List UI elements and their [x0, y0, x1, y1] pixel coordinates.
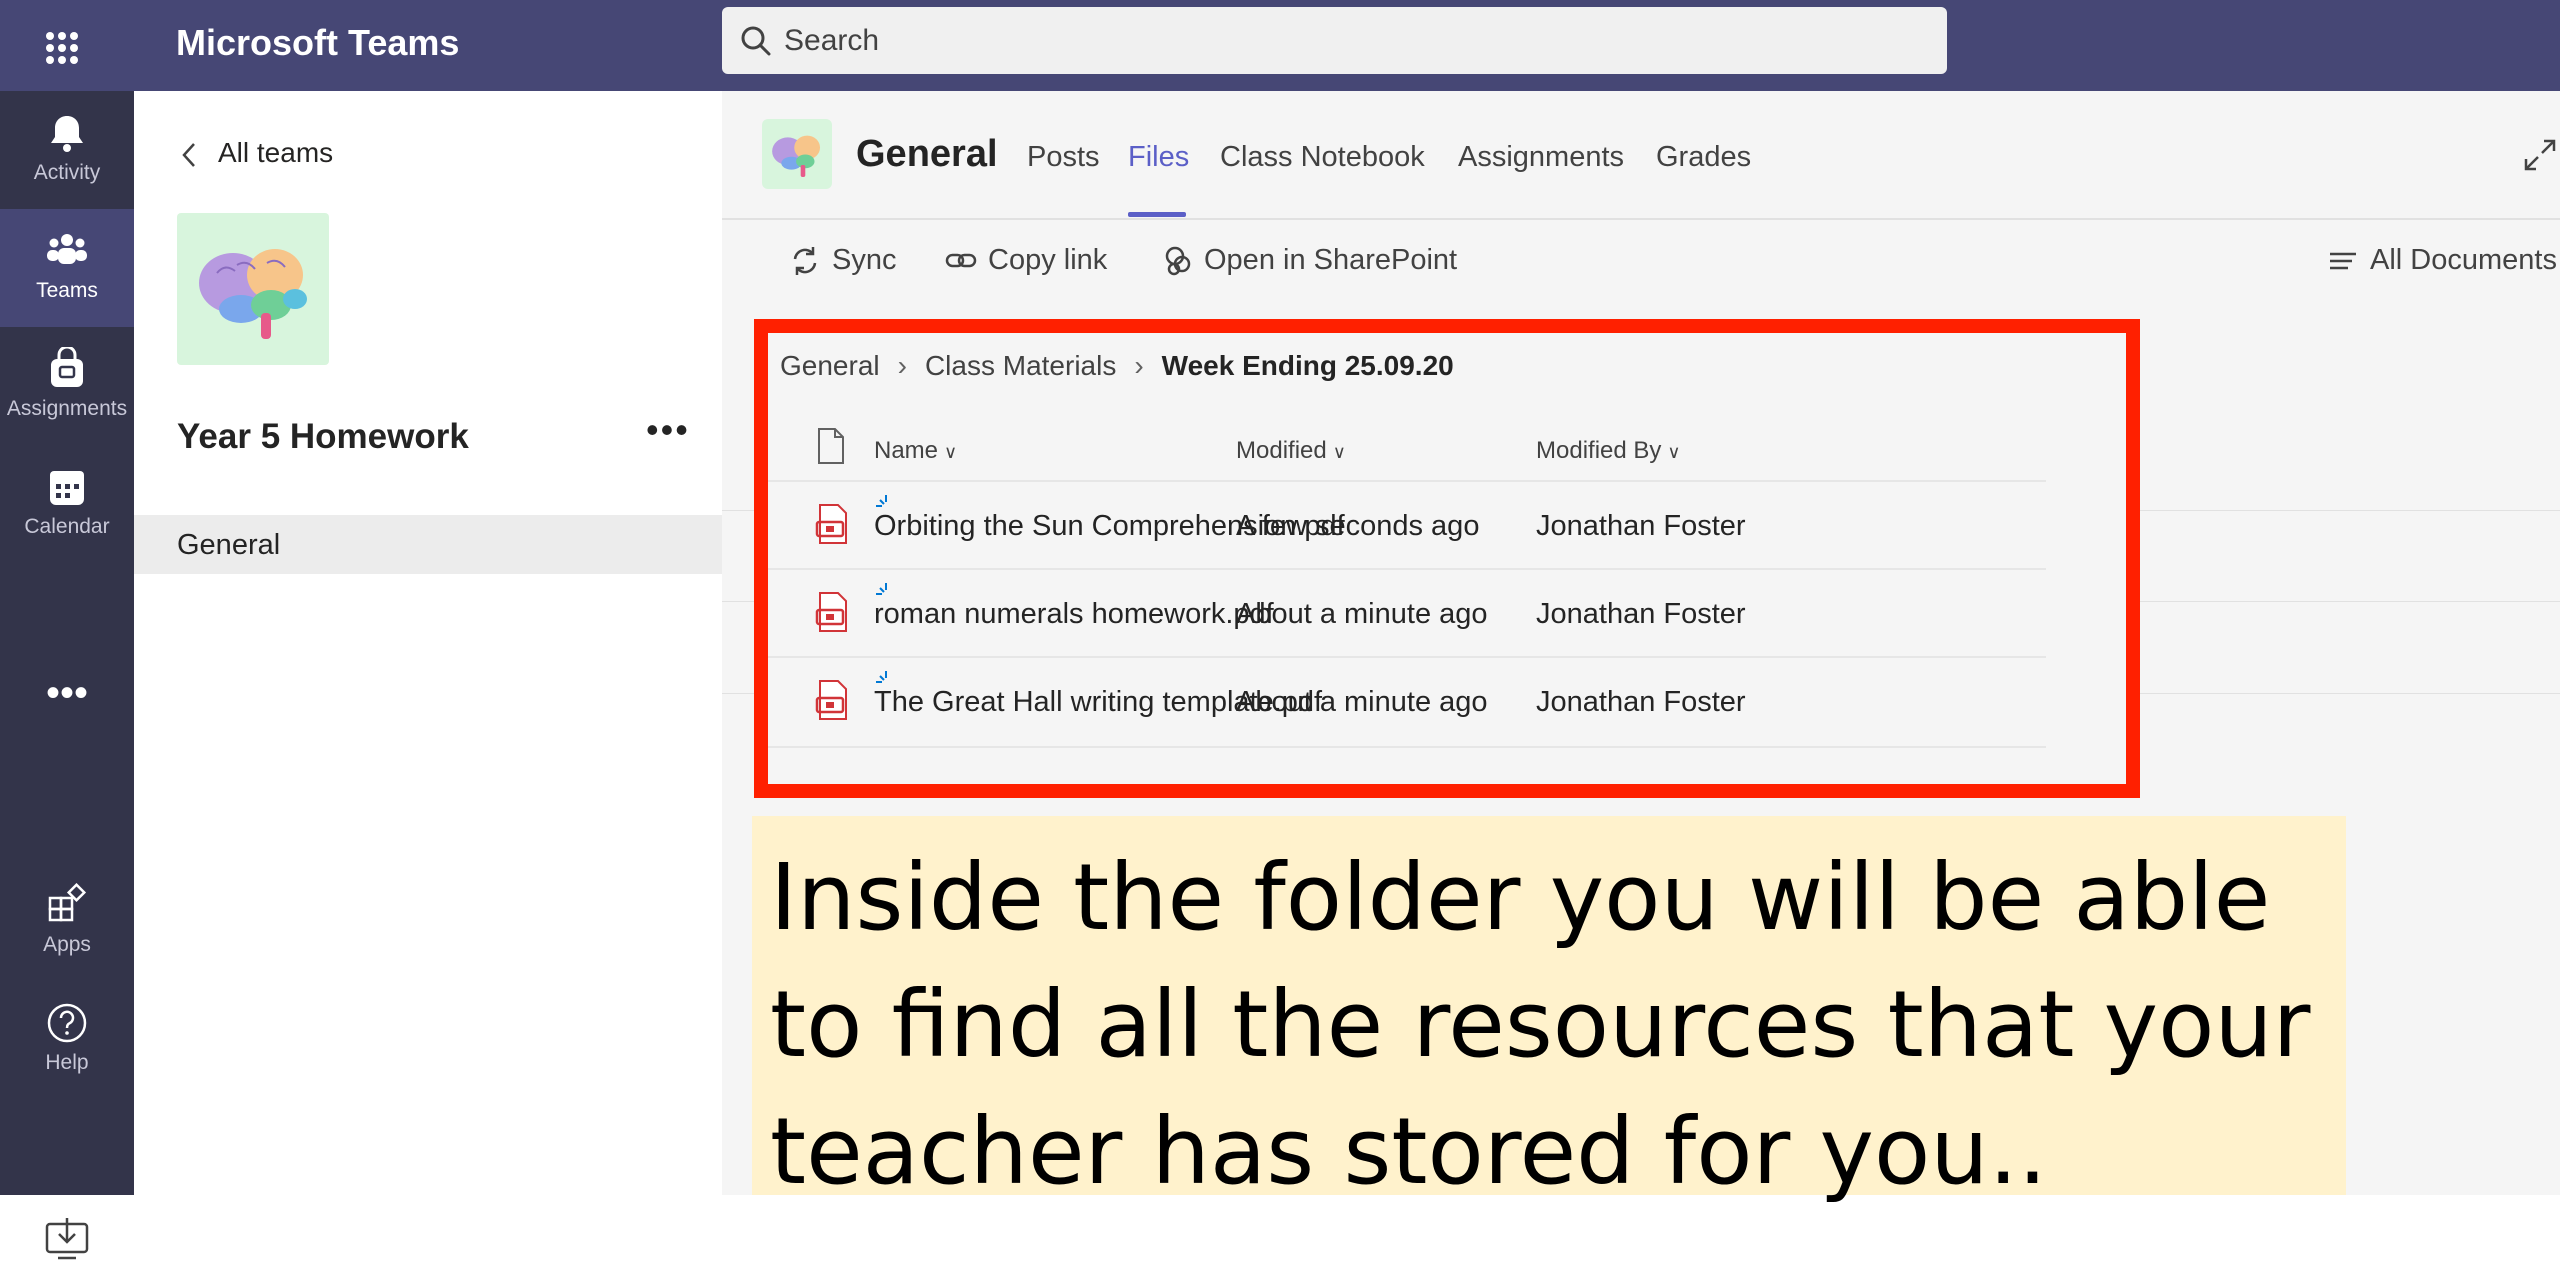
search-placeholder: Search: [784, 24, 880, 57]
chevron-right-icon: ›: [897, 350, 907, 381]
rail-item-calendar[interactable]: Calendar: [0, 445, 134, 563]
file-row[interactable]: roman numerals homework.pdf About a minu…: [768, 568, 2046, 658]
copy-link-button[interactable]: Copy link: [944, 244, 1107, 278]
instruction-text: Inside the folder you will be able to fi…: [770, 844, 2311, 1205]
file-modified: A few seconds ago: [1236, 510, 1480, 542]
rail-item-help[interactable]: Help: [0, 981, 134, 1099]
command-bar: Sync Copy link Open in SharePoint All Do…: [722, 220, 2560, 300]
rail-item-apps[interactable]: Apps: [0, 863, 134, 981]
chevron-left-icon: [182, 142, 195, 167]
tab-files[interactable]: Files: [1128, 141, 1189, 174]
file-row[interactable]: The Great Hall writing template.pdf Abou…: [768, 656, 2046, 748]
file-modified: About a minute ago: [1236, 598, 1488, 630]
channel-title: General: [856, 133, 998, 175]
sync-icon: [793, 247, 817, 276]
list-view-icon: [2330, 253, 2356, 270]
rail-label: Teams: [36, 279, 98, 302]
column-header-modified[interactable]: Modified ∨: [1236, 437, 1346, 465]
active-tab-indicator: [1128, 212, 1186, 217]
teams-icon: [47, 234, 87, 264]
rail-label: Apps: [43, 933, 91, 956]
column-label: Modified: [1236, 437, 1327, 464]
rail-label: Assignments: [6, 397, 128, 420]
chevron-down-icon: ∨: [944, 442, 958, 462]
instruction-callout: Inside the folder you will be able to fi…: [752, 816, 2346, 1205]
download-icon: [45, 1218, 89, 1260]
all-teams-label: All teams: [218, 137, 334, 168]
all-documents-label: All Documents: [2370, 244, 2557, 276]
expand-icon[interactable]: [2520, 135, 2560, 175]
download-app-button[interactable]: [6, 1196, 127, 1280]
chevron-right-icon: ›: [1134, 350, 1144, 381]
team-panel: All teams Year 5 Homework ••• General: [134, 91, 722, 1195]
rail-label: Calendar: [24, 515, 110, 538]
search-icon: [741, 26, 771, 56]
help-icon: [47, 1003, 87, 1043]
rail-item-assignments[interactable]: Assignments: [0, 327, 134, 445]
apps-icon: [48, 883, 87, 922]
channel-item-general[interactable]: General: [134, 515, 722, 574]
channel-content: General Posts Files Class Notebook Assig…: [722, 91, 2560, 1205]
column-header-modified-by[interactable]: Modified By ∨: [1536, 437, 1681, 465]
pdf-file-icon: [815, 504, 847, 544]
app-title: Microsoft Teams: [176, 22, 460, 63]
assignments-icon: [51, 347, 83, 387]
tab-assignments[interactable]: Assignments: [1458, 141, 1624, 174]
app-launcher-icon[interactable]: [30, 16, 94, 80]
team-more-icon[interactable]: •••: [646, 409, 690, 451]
link-icon: [945, 254, 977, 268]
sync-label: Sync: [832, 244, 897, 276]
team-avatar: [177, 213, 329, 365]
brain-icon: [772, 135, 821, 178]
breadcrumb-item[interactable]: Class Materials: [925, 350, 1116, 381]
rail-label: Help: [45, 1051, 89, 1074]
rail-more-icon[interactable]: •••: [0, 673, 134, 743]
rail-item-activity[interactable]: Activity: [0, 91, 134, 209]
open-sharepoint-button[interactable]: Open in SharePoint: [1160, 244, 1457, 278]
brain-icon: [199, 249, 307, 339]
highlighted-file-list: General › Class Materials › Week Ending 25.0…: [754, 319, 2140, 798]
file-modified-by: Jonathan Foster: [1536, 686, 1746, 718]
top-bar: Microsoft Teams Search: [0, 0, 2560, 91]
file-type-icon[interactable]: [816, 427, 846, 465]
channel-label: General: [177, 529, 281, 561]
tab-posts[interactable]: Posts: [1027, 141, 1100, 174]
sharepoint-icon: [1165, 247, 1191, 276]
rail-item-teams[interactable]: Teams: [0, 209, 134, 327]
file-name: roman numerals homework.pdf: [874, 598, 1274, 630]
column-label: Modified By: [1536, 437, 1662, 464]
open-sharepoint-label: Open in SharePoint: [1204, 244, 1458, 276]
copy-link-label: Copy link: [988, 244, 1108, 276]
pdf-file-icon: [815, 680, 847, 720]
file-modified-by: Jonathan Foster: [1536, 598, 1746, 630]
rail-label: Activity: [33, 161, 101, 184]
column-header-name[interactable]: Name ∨: [874, 437, 957, 465]
sync-button[interactable]: Sync: [788, 244, 896, 278]
file-modified-by: Jonathan Foster: [1536, 510, 1746, 542]
breadcrumb: General › Class Materials › Week Ending 25.0…: [780, 350, 1454, 382]
pdf-file-icon: [815, 592, 847, 632]
tab-grades[interactable]: Grades: [1656, 141, 1751, 174]
channel-header: General Posts Files Class Notebook Assig…: [722, 91, 2560, 220]
search-box[interactable]: Search: [722, 7, 1947, 74]
chevron-down-icon: ∨: [1332, 442, 1346, 462]
channel-avatar: [762, 119, 832, 189]
chevron-down-icon: ∨: [1667, 442, 1681, 462]
breadcrumb-item[interactable]: General: [780, 350, 880, 381]
team-name: Year 5 Homework: [177, 417, 469, 456]
breadcrumb-current: Week Ending 25.09.20: [1161, 350, 1454, 381]
all-teams-link[interactable]: All teams: [178, 137, 333, 170]
all-documents-view-button[interactable]: All Documents: [2326, 244, 2557, 278]
tab-class-notebook[interactable]: Class Notebook: [1220, 141, 1425, 174]
column-label: Name: [874, 437, 939, 464]
bell-icon: [51, 116, 83, 152]
calendar-icon: [50, 471, 84, 505]
file-modified: About a minute ago: [1236, 686, 1488, 718]
app-rail: Activity Teams Assignments Calendar ••• …: [0, 91, 134, 1280]
file-row[interactable]: Orbiting the Sun Comprehension.pdf A few…: [768, 480, 2046, 570]
